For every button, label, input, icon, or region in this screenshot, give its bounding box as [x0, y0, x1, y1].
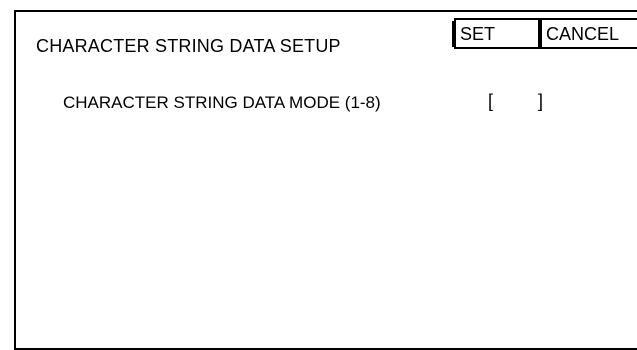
mode-field-close-bracket: ]	[538, 91, 544, 111]
dialog-title: CHARACTER STRING DATA SETUP	[36, 36, 341, 56]
setup-dialog	[14, 10, 637, 350]
cancel-button[interactable]: CANCEL	[540, 18, 637, 49]
set-button[interactable]: SET	[454, 18, 540, 49]
mode-field-open-bracket: [	[488, 91, 494, 111]
mode-field-label: CHARACTER STRING DATA MODE (1-8)	[63, 93, 381, 112]
mode-field-input[interactable]	[500, 91, 534, 113]
